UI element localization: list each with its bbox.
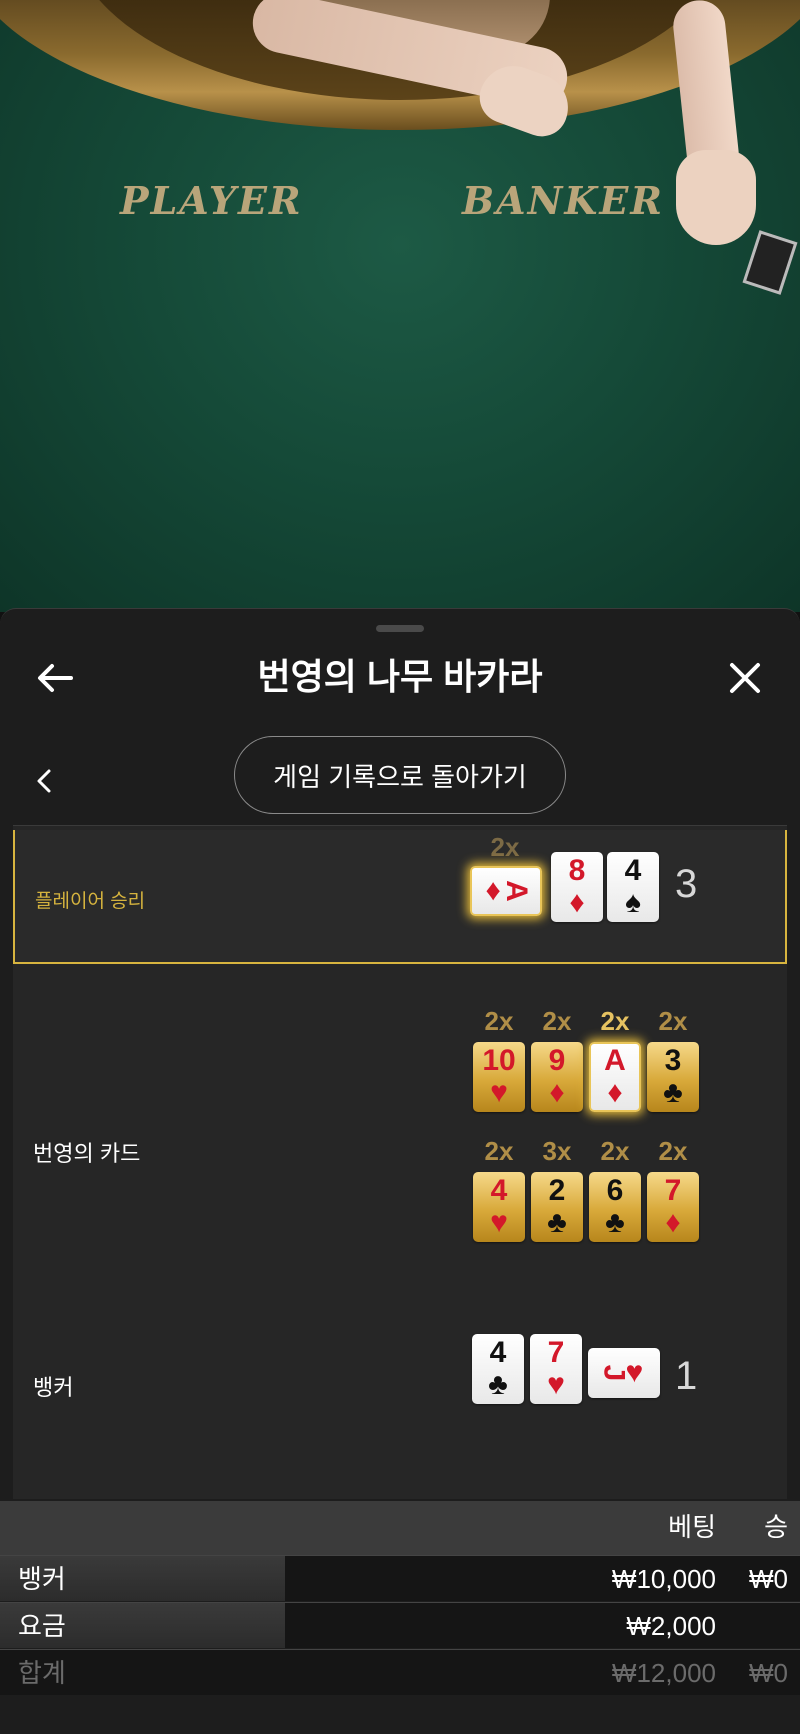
golden-multiplier: 3x — [542, 1136, 572, 1166]
golden-card: 2 ♣ — [531, 1172, 583, 1242]
player-card-1: ♦ A — [470, 866, 542, 916]
back-to-history-button[interactable]: 게임 기록으로 돌아가기 — [234, 736, 566, 814]
card-suit: ♥ — [547, 1368, 565, 1401]
row-bet: ₩2,000 — [626, 1611, 716, 1641]
card-rank: A — [604, 1044, 626, 1077]
banker-score: 1 — [675, 1354, 698, 1398]
golden-multiplier: 2x — [484, 1136, 514, 1166]
row-win: ₩0 — [749, 1564, 788, 1594]
player-win-label: 플레이어 승리 — [35, 891, 146, 912]
table-row: 요금 ₩2,000 — [0, 1602, 800, 1648]
golden-card: 7 ♦ — [647, 1172, 699, 1242]
card-suit: ♣ — [663, 1076, 683, 1109]
golden-card: 3 ♣ — [647, 1042, 699, 1112]
card-rank: 4 — [489, 1336, 507, 1369]
card-rank: 4 — [490, 1174, 508, 1207]
table-row: 뱅커 ₩10,000 ₩0 — [0, 1555, 800, 1601]
golden-card-highlighted: A ♦ — [589, 1042, 641, 1112]
card-suit: ♦ — [665, 1206, 681, 1239]
game-history-panel: 번영의 나무 바카라 게임 기록으로 돌아가기 플레이어 승리 2x ♦ A 8… — [0, 608, 800, 1734]
golden-card: 6 ♣ — [589, 1172, 641, 1242]
card-rank: A — [499, 880, 533, 902]
felt-banker-label: BANKER — [462, 178, 664, 223]
card-rank: 7 — [664, 1174, 682, 1207]
table-row-total: 합계 ₩12,000 ₩0 — [0, 1649, 800, 1695]
card-rank: 2 — [548, 1174, 566, 1207]
close-button[interactable] — [720, 653, 770, 703]
card-rank: 10 — [482, 1044, 516, 1077]
card-suit: ♦ — [569, 886, 585, 919]
player-score: 3 — [675, 862, 698, 906]
golden-multiplier: 2x — [600, 1136, 630, 1166]
row-win: ₩0 — [749, 1658, 788, 1688]
banker-card-1: 4 ♣ — [472, 1334, 524, 1404]
player-card-multiplier: 2x — [490, 832, 520, 862]
page-title: 번영의 나무 바카라 — [257, 656, 543, 697]
golden-multiplier: 2x — [658, 1006, 688, 1036]
card-rank: 3 — [664, 1044, 682, 1077]
drag-handle[interactable] — [376, 625, 424, 632]
card-rank: 6 — [606, 1174, 624, 1207]
row-bet: ₩10,000 — [611, 1564, 716, 1594]
banker-card-3: J ♥ — [588, 1348, 660, 1398]
card-suit: ♥ — [490, 1076, 508, 1109]
table-header: 베팅 승 — [0, 1501, 800, 1555]
banker-card-2: 7 ♥ — [530, 1334, 582, 1404]
card-suit: ♥ — [490, 1206, 508, 1239]
column-header-bet: 베팅 — [668, 1512, 716, 1542]
card-suit: ♣ — [547, 1206, 567, 1239]
card-rank: J — [597, 1364, 631, 1382]
golden-cards-label: 번영의 카드 — [33, 1141, 141, 1166]
dealer-right-hand — [676, 150, 756, 245]
card-suit: ♣ — [605, 1206, 625, 1239]
row-label: 뱅커 — [18, 1564, 66, 1594]
golden-card: 9 ♦ — [531, 1042, 583, 1112]
row-label: 요금 — [18, 1611, 66, 1641]
card-suit: ♦ — [607, 1076, 623, 1109]
golden-multiplier: 2x — [658, 1136, 688, 1166]
card-suit: ♦ — [485, 874, 501, 907]
card-suit: ♣ — [488, 1368, 508, 1401]
round-result: 플레이어 승리 2x ♦ A 8 ♦ 4 ♠ 3 번영의 카드 2x 2x 2x… — [13, 825, 787, 1499]
row-label: 합계 — [18, 1658, 66, 1688]
player-card-3: 4 ♠ — [607, 852, 659, 922]
card-shoe — [742, 230, 798, 295]
golden-card: 10 ♥ — [473, 1042, 525, 1112]
golden-multiplier: 2x — [484, 1006, 514, 1036]
close-icon — [730, 663, 760, 693]
card-rank: 7 — [547, 1336, 565, 1369]
card-rank: 9 — [548, 1044, 566, 1077]
previous-round-button[interactable] — [24, 751, 64, 811]
player-card-2: 8 ♦ — [551, 852, 603, 922]
felt-player-label: PLAYER — [120, 178, 303, 223]
card-rank: 8 — [568, 854, 586, 887]
row-bet: ₩12,000 — [611, 1658, 716, 1688]
live-dealer-video: PLAYER BANKER — [0, 0, 800, 612]
player-result-row: 플레이어 승리 2x ♦ A 8 ♦ 4 ♠ 3 — [13, 830, 787, 964]
column-header-win: 승 — [764, 1512, 788, 1542]
chevron-left-icon — [37, 769, 51, 793]
golden-multiplier: 2x — [600, 1006, 630, 1036]
banker-label: 뱅커 — [33, 1375, 74, 1400]
card-rank: 4 — [624, 854, 642, 887]
golden-multiplier: 2x — [542, 1006, 572, 1036]
golden-card: 4 ♥ — [473, 1172, 525, 1242]
card-suit: ♠ — [625, 886, 641, 919]
card-suit: ♦ — [549, 1076, 565, 1109]
